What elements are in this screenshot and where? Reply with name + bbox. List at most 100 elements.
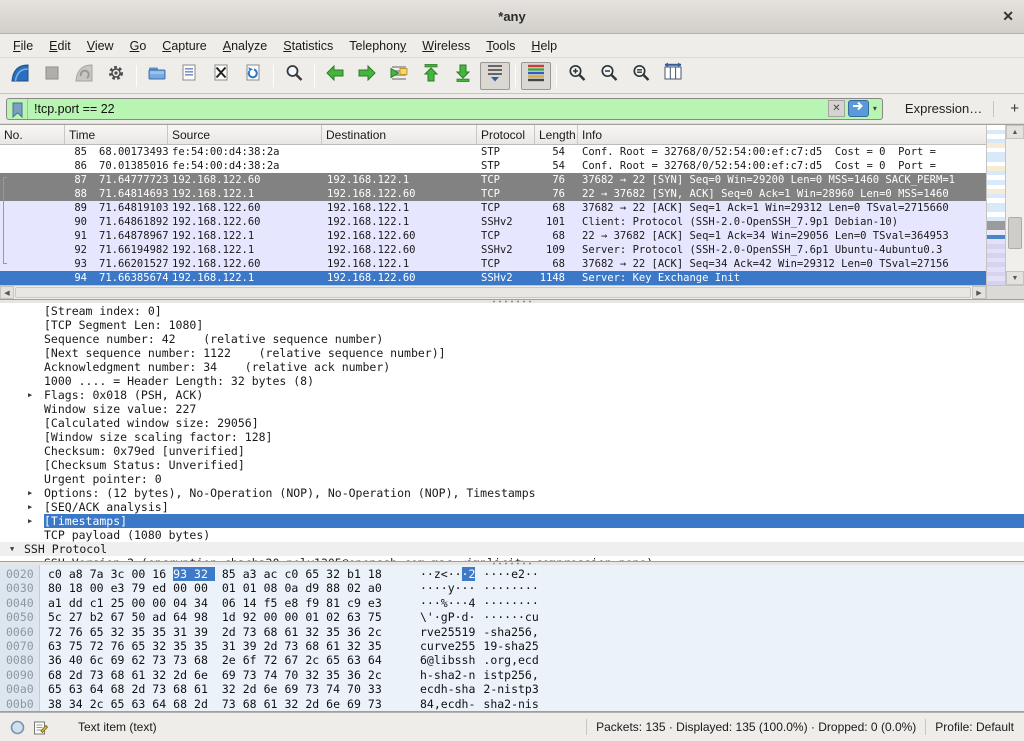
hex-row-0050[interactable]: 00505c27b26750ad64981d92000001026375\'·g… — [0, 610, 1024, 624]
detail-row[interactable]: ▶Flags: 0x018 (PSH, ACK) — [0, 388, 1024, 402]
close-file-button[interactable] — [206, 62, 236, 90]
column-header-info[interactable]: Info — [578, 125, 986, 144]
detail-row[interactable]: ▶[Timestamps] — [0, 514, 1024, 528]
detail-row[interactable]: Window size value: 227 — [0, 402, 1024, 416]
scroll-up-icon[interactable]: ▲ — [1006, 125, 1024, 139]
hex-row-0040[interactable]: 0040a1ddc125000004340614f5e8f981c9e3···%… — [0, 596, 1024, 610]
menu-file[interactable]: File — [5, 36, 41, 56]
hex-row-0020[interactable]: 0020c0a87a3c0016933285a3acc06532b118··z<… — [0, 567, 1024, 581]
packet-row-93[interactable]: 9371.662015274192.168.122.60192.168.122.… — [0, 257, 986, 271]
filter-apply-button[interactable] — [848, 100, 869, 117]
scroll-down-icon[interactable]: ▼ — [1006, 271, 1024, 285]
hscroll-thumb[interactable] — [15, 287, 971, 298]
column-header-time[interactable]: Time — [65, 125, 168, 144]
save-file-button[interactable] — [174, 62, 204, 90]
detail-row[interactable]: ▶[SEQ/ACK analysis] — [0, 500, 1024, 514]
column-header-source[interactable]: Source — [168, 125, 322, 144]
menu-statistics[interactable]: Statistics — [275, 36, 341, 56]
packet-row-87[interactable]: 8771.647777234192.168.122.60192.168.122.… — [0, 173, 986, 187]
detail-row[interactable]: [Checksum Status: Unverified] — [0, 458, 1024, 472]
detail-row[interactable]: [TCP Segment Len: 1080] — [0, 318, 1024, 332]
detail-row[interactable]: [Window size scaling factor: 128] — [0, 430, 1024, 444]
go-to-packet-button[interactable] — [384, 62, 414, 90]
packet-row-92[interactable]: 9271.661949820192.168.122.1192.168.122.6… — [0, 243, 986, 257]
detail-row[interactable]: 1000 .... = Header Length: 32 bytes (8) — [0, 374, 1024, 388]
display-filter-field[interactable]: !tcp.port == 22 ✕ ▾ — [6, 98, 883, 120]
packet-row-85[interactable]: 8568.001734936fe:54:00:d4:38:2aSTP54Conf… — [0, 145, 986, 159]
filter-clear-button[interactable]: ✕ — [828, 100, 845, 117]
column-header-destination[interactable]: Destination — [322, 125, 477, 144]
detail-row[interactable]: Urgent pointer: 0 — [0, 472, 1024, 486]
detail-row[interactable]: Sequence number: 42 (relative sequence n… — [0, 332, 1024, 346]
packet-list-hscrollbar[interactable]: ◀ ▶ — [0, 285, 986, 299]
hex-row-0030[interactable]: 0030801800e379ed00000101080ad98802a0····… — [0, 581, 1024, 595]
auto-scroll-toggle[interactable] — [480, 62, 510, 90]
zoom-reset-button[interactable] — [626, 62, 656, 90]
scroll-right-icon[interactable]: ▶ — [972, 286, 986, 299]
profile-text[interactable]: Profile: Default — [935, 720, 1014, 734]
vscroll-thumb[interactable] — [1008, 217, 1022, 249]
menu-analyze[interactable]: Analyze — [215, 36, 275, 56]
packet-row-91[interactable]: 9171.648789678192.168.122.1192.168.122.6… — [0, 229, 986, 243]
reload-file-button[interactable] — [238, 62, 268, 90]
expand-icon[interactable]: ▶ — [28, 388, 32, 402]
hex-row-0060[interactable]: 006072766532353531392d7368613235362crve2… — [0, 625, 1024, 639]
packet-row-88[interactable]: 8871.648146932192.168.122.1192.168.122.6… — [0, 187, 986, 201]
expression-button[interactable]: Expression… — [905, 101, 982, 116]
expand-icon[interactable]: ▶ — [28, 486, 32, 500]
expand-icon[interactable]: ▶ — [28, 500, 32, 514]
filter-add-button[interactable]: + — [1005, 100, 1024, 117]
hex-row-0080[interactable]: 008036406c69627373682e6f72672c6563646@li… — [0, 653, 1024, 667]
detail-row[interactable]: [Next sequence number: 1122 (relative se… — [0, 346, 1024, 360]
start-capture-button[interactable] — [5, 62, 35, 90]
display-filter-input[interactable]: !tcp.port == 22 — [28, 102, 828, 116]
intelligent-scrollbar[interactable] — [986, 125, 1006, 285]
stop-capture-button[interactable] — [37, 62, 67, 90]
detail-row[interactable]: Checksum: 0x79ed [unverified] — [0, 444, 1024, 458]
filter-history-dropdown[interactable]: ▾ — [871, 104, 882, 113]
hex-row-00b0[interactable]: 00b038342c656364682d736861322d6e697384,e… — [0, 697, 1024, 711]
detail-row[interactable]: [Calculated window size: 29056] — [0, 416, 1024, 430]
detail-row[interactable]: Acknowledgment number: 34 (relative ack … — [0, 360, 1024, 374]
expert-info-icon[interactable] — [10, 720, 25, 735]
close-icon[interactable]: ✕ — [1002, 8, 1014, 25]
detail-row[interactable]: ▼SSH Protocol — [0, 542, 1024, 556]
go-last-packet-button[interactable] — [448, 62, 478, 90]
detail-row[interactable]: [Stream index: 0] — [0, 304, 1024, 318]
go-first-packet-button[interactable] — [416, 62, 446, 90]
detail-row[interactable]: ▶Options: (12 bytes), No-Operation (NOP)… — [0, 486, 1024, 500]
menu-wireless[interactable]: Wireless — [414, 36, 478, 56]
window-titlebar[interactable]: *any ✕ — [0, 0, 1024, 34]
menu-view[interactable]: View — [79, 36, 122, 56]
menu-go[interactable]: Go — [122, 36, 155, 56]
zoom-in-button[interactable] — [562, 62, 592, 90]
go-back-button[interactable] — [320, 62, 350, 90]
expand-icon[interactable]: ▶ — [28, 514, 32, 528]
colorize-toggle[interactable] — [521, 62, 551, 90]
menu-telephony[interactable]: Telephony — [341, 36, 414, 56]
column-header-length[interactable]: Length — [535, 125, 578, 144]
hex-row-00a0[interactable]: 00a0656364682d736861322d6e6973747033ecdh… — [0, 682, 1024, 696]
packet-row-90[interactable]: 9071.648618924192.168.122.60192.168.122.… — [0, 215, 986, 229]
column-header-no[interactable]: No. — [0, 125, 65, 144]
hscroll-track[interactable] — [14, 286, 972, 299]
capture-comment-icon[interactable] — [33, 720, 48, 735]
hex-row-0070[interactable]: 0070637572766532353531392d7368613235curv… — [0, 639, 1024, 653]
zoom-out-button[interactable] — [594, 62, 624, 90]
detail-row[interactable]: TCP payload (1080 bytes) — [0, 528, 1024, 542]
menu-tools[interactable]: Tools — [478, 36, 523, 56]
collapse-icon[interactable]: ▼ — [10, 542, 14, 556]
capture-options-button[interactable] — [101, 62, 131, 90]
packet-list-vscrollbar[interactable]: ▲ ▼ — [1006, 125, 1024, 285]
menu-help[interactable]: Help — [523, 36, 565, 56]
packet-row-94[interactable]: 9471.663856741192.168.122.1192.168.122.6… — [0, 271, 986, 285]
open-file-button[interactable] — [142, 62, 172, 90]
packet-row-86[interactable]: 8670.013850163fe:54:00:d4:38:2aSTP54Conf… — [0, 159, 986, 173]
hex-row-0090[interactable]: 0090682d736861322d6e697374703235362ch-sh… — [0, 668, 1024, 682]
scroll-left-icon[interactable]: ◀ — [0, 286, 14, 299]
go-forward-button[interactable] — [352, 62, 382, 90]
column-header-protocol[interactable]: Protocol — [477, 125, 535, 144]
packet-row-89[interactable]: 8971.648191037192.168.122.60192.168.122.… — [0, 201, 986, 215]
menu-capture[interactable]: Capture — [154, 36, 214, 56]
menu-edit[interactable]: Edit — [41, 36, 79, 56]
